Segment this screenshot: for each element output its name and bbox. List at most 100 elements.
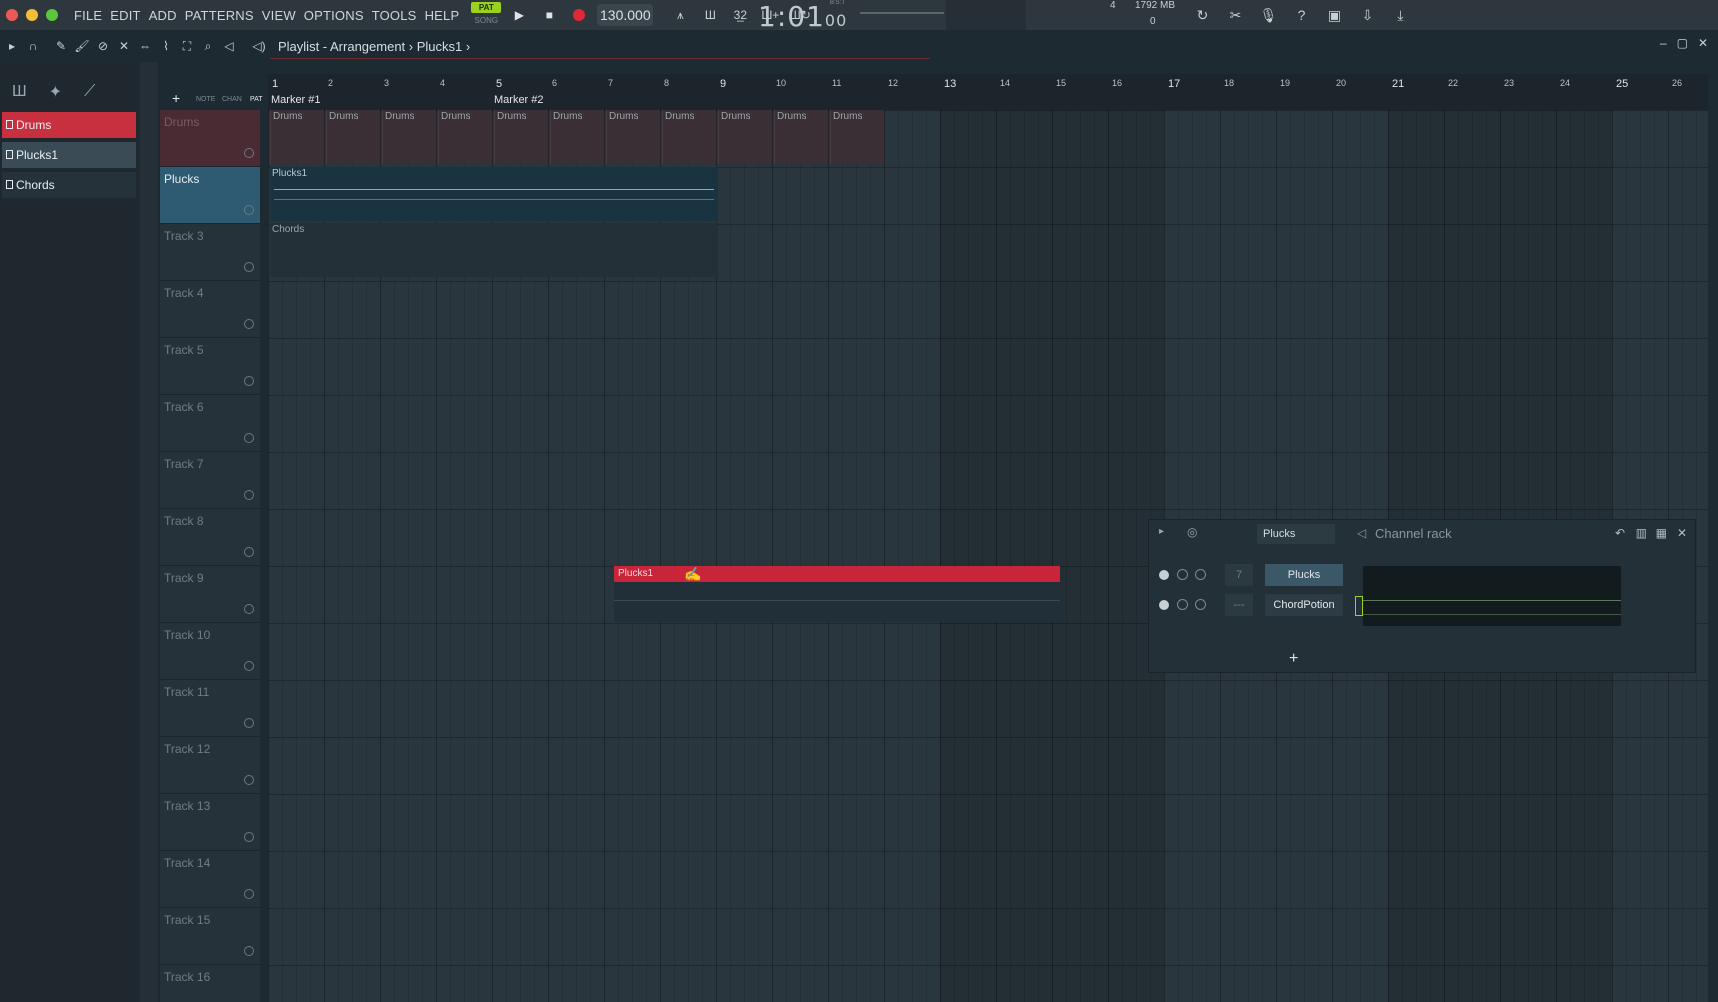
piano-icon[interactable]: Ш: [12, 83, 27, 101]
current-pattern[interactable]: Plucks1: [417, 39, 463, 54]
playlist-menu-icon[interactable]: ▸: [3, 37, 21, 55]
wait-for-input-icon[interactable]: Ш: [697, 3, 723, 27]
menu-add[interactable]: ADD: [149, 8, 177, 23]
track-header[interactable]: Track 3: [160, 224, 260, 281]
pattern-clip-drums[interactable]: Drums: [382, 110, 436, 164]
track-enable-toggle[interactable]: [244, 946, 254, 956]
rack-menu-icon[interactable]: ▸: [1159, 526, 1164, 537]
channel-mute-led[interactable]: [1159, 600, 1169, 610]
pattern-clip-drums[interactable]: Drums: [662, 110, 716, 164]
pattern-clip-drums[interactable]: Drums: [270, 110, 324, 164]
pattern-clip-drums[interactable]: Drums: [606, 110, 660, 164]
menu-view[interactable]: VIEW: [262, 8, 296, 23]
cut-icon[interactable]: ✂: [1223, 3, 1248, 27]
metronome-icon[interactable]: ⩚: [667, 3, 693, 27]
mixer-track-number[interactable]: ---: [1225, 594, 1253, 616]
track-header[interactable]: Drums: [160, 110, 260, 167]
close-window-button[interactable]: [6, 9, 18, 21]
track-enable-toggle[interactable]: [244, 775, 254, 785]
track-enable-toggle[interactable]: [244, 889, 254, 899]
track-enable-toggle[interactable]: [244, 490, 254, 500]
save-icon[interactable]: ▣: [1322, 3, 1347, 27]
audio-clip-icon[interactable]: ✦: [49, 82, 62, 102]
track-enable-toggle[interactable]: [244, 433, 254, 443]
automation-icon[interactable]: ⟋: [84, 83, 95, 101]
track-enable-toggle[interactable]: [244, 262, 254, 272]
download-icon[interactable]: ⤓: [1388, 3, 1413, 27]
pattern-clip-drums[interactable]: Drums: [326, 110, 380, 164]
maximize-icon[interactable]: ▢: [1677, 36, 1688, 50]
export-icon[interactable]: ⇩: [1355, 3, 1380, 27]
channel-select-indicator[interactable]: [1355, 596, 1363, 616]
dragged-clip-plucks1[interactable]: Plucks1: [614, 566, 1060, 622]
swing-icon[interactable]: ◎: [1187, 525, 1197, 539]
delete-icon[interactable]: ⊘: [94, 37, 112, 55]
track-header[interactable]: Track 9: [160, 566, 260, 623]
pattern-clip-drums[interactable]: Drums: [830, 110, 884, 164]
track-header[interactable]: Track 11: [160, 680, 260, 737]
mixer-track-number[interactable]: 7: [1225, 564, 1253, 586]
pencil-icon[interactable]: ✎: [52, 37, 70, 55]
track-header[interactable]: Track 16: [160, 965, 260, 1002]
track-enable-toggle[interactable]: [244, 604, 254, 614]
track-header[interactable]: Track 10: [160, 623, 260, 680]
record-button[interactable]: [567, 3, 591, 27]
track-header[interactable]: Track 6: [160, 395, 260, 452]
track-enable-toggle[interactable]: [244, 205, 254, 215]
pattern-clip-drums[interactable]: Drums: [774, 110, 828, 164]
pattern-clip-plucks1[interactable]: Plucks1: [270, 167, 718, 221]
track-header[interactable]: Track 13: [160, 794, 260, 851]
add-channel-icon[interactable]: +: [1289, 650, 1298, 668]
track-enable-toggle[interactable]: [244, 547, 254, 557]
channel-button-plucks[interactable]: Plucks: [1265, 564, 1343, 586]
graph-icon[interactable]: ▥: [1636, 526, 1647, 540]
menu-options[interactable]: OPTIONS: [304, 8, 364, 23]
grid-icon[interactable]: ▦: [1656, 526, 1667, 540]
pat-toggle[interactable]: PAT: [250, 96, 263, 103]
zoom-icon[interactable]: ⌕: [199, 37, 217, 55]
track-header[interactable]: Track 4: [160, 281, 260, 338]
picker-scrollbar[interactable]: [140, 62, 158, 1002]
pattern-clip-drums[interactable]: Drums: [718, 110, 772, 164]
undo-icon[interactable]: ↶: [1615, 526, 1625, 540]
chan-toggle[interactable]: CHAN: [222, 96, 242, 103]
pattern-clip-drums[interactable]: Drums: [438, 110, 492, 164]
picker-item-drums[interactable]: Drums: [2, 112, 136, 138]
track-enable-toggle[interactable]: [244, 148, 254, 158]
track-header[interactable]: Track 14: [160, 851, 260, 908]
volume-knob[interactable]: [1177, 569, 1188, 580]
picker-item-plucks1[interactable]: Plucks1: [2, 142, 136, 168]
master-volume-slider[interactable]: [860, 12, 944, 14]
channel-mute-led[interactable]: [1159, 570, 1169, 580]
track-enable-toggle[interactable]: [244, 376, 254, 386]
note-toggle[interactable]: NOTE: [196, 96, 215, 103]
slice-icon[interactable]: ⌇: [157, 37, 175, 55]
menu-tools[interactable]: TOOLS: [372, 8, 417, 23]
minimize-icon[interactable]: –: [1660, 36, 1667, 50]
volume-knob[interactable]: [1177, 599, 1188, 610]
menu-file[interactable]: FILE: [74, 8, 102, 23]
add-track-icon[interactable]: +: [172, 90, 180, 106]
pan-knob[interactable]: [1195, 569, 1206, 580]
microphone-icon[interactable]: 🎙: [1256, 3, 1281, 27]
stop-button[interactable]: ■: [537, 3, 561, 27]
countdown-icon[interactable]: 3̲2: [727, 3, 753, 27]
track-enable-toggle[interactable]: [244, 661, 254, 671]
pan-knob[interactable]: [1195, 599, 1206, 610]
track-header[interactable]: Track 8: [160, 509, 260, 566]
slip-icon[interactable]: ⇔: [136, 37, 154, 55]
piano-roll-preview[interactable]: [1363, 566, 1621, 626]
pat-song-toggle[interactable]: PAT SONG: [471, 2, 502, 28]
magnet-icon[interactable]: ∩: [24, 37, 42, 55]
close-icon[interactable]: ✕: [1698, 36, 1708, 50]
close-icon[interactable]: ✕: [1677, 526, 1687, 540]
track-enable-toggle[interactable]: [244, 832, 254, 842]
tempo-display[interactable]: 130.000: [597, 4, 654, 26]
menu-edit[interactable]: EDIT: [110, 8, 140, 23]
channel-group-select[interactable]: Plucks: [1257, 524, 1335, 544]
marker-1[interactable]: Marker #1: [271, 94, 321, 106]
brush-icon[interactable]: 🖌: [73, 37, 91, 55]
menu-help[interactable]: HELP: [425, 8, 460, 23]
track-enable-toggle[interactable]: [244, 718, 254, 728]
track-header[interactable]: Track 15: [160, 908, 260, 965]
